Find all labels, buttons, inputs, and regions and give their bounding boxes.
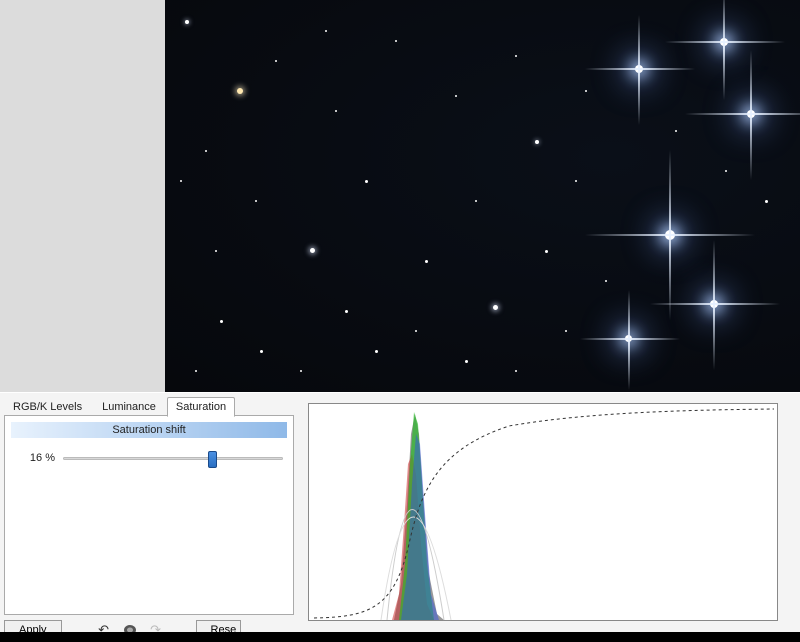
astro-image[interactable] bbox=[165, 0, 800, 392]
histogram-chart[interactable] bbox=[308, 403, 778, 621]
saturation-tab-content: Saturation shift 16 % bbox=[4, 415, 294, 615]
tab-saturation[interactable]: Saturation bbox=[167, 397, 235, 417]
bottom-black-strip bbox=[0, 632, 800, 642]
tone-curve bbox=[314, 409, 774, 618]
saturation-slider-row: 16 % bbox=[11, 452, 287, 464]
saturation-header: Saturation shift bbox=[11, 422, 287, 438]
tab-luminance[interactable]: Luminance bbox=[93, 397, 165, 417]
saturation-slider-thumb[interactable] bbox=[208, 451, 217, 468]
saturation-value: 16 % bbox=[15, 452, 55, 464]
image-viewport bbox=[0, 0, 800, 392]
controls-panel: RGB/K Levels Luminance Saturation Satura… bbox=[0, 392, 800, 642]
saturation-slider[interactable] bbox=[63, 457, 283, 460]
tab-rgbk-levels[interactable]: RGB/K Levels bbox=[4, 397, 91, 417]
